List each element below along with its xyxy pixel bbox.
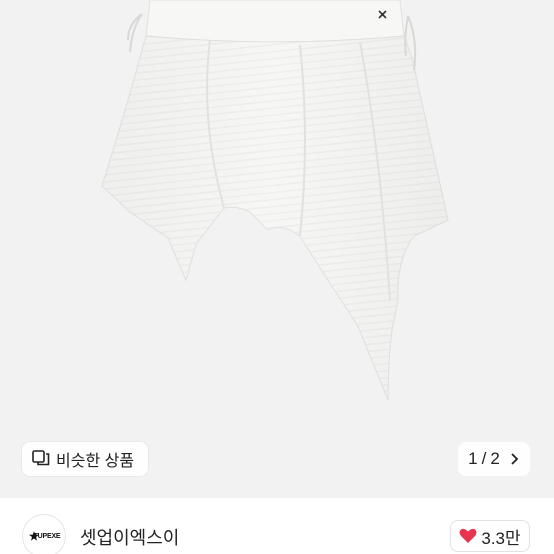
pager-current: 1 (468, 449, 478, 468)
shop-name[interactable]: 셋업이엑스이 (80, 524, 179, 550)
similar-items-button[interactable]: 비슷한 상품 (22, 442, 148, 476)
pager-total: 2 (490, 449, 500, 468)
like-count: 3.3만 (481, 528, 521, 548)
shop-avatar[interactable]: TUPEXE (22, 514, 66, 554)
image-pager[interactable]: 1 / 2 (458, 442, 530, 476)
chevron-right-icon (510, 452, 520, 466)
star-icon (29, 531, 39, 541)
skirt-photo (101, 0, 449, 401)
pager-separator: / (481, 449, 487, 468)
similar-items-icon (32, 448, 50, 471)
like-button[interactable]: 3.3만 (450, 520, 530, 552)
heart-icon (459, 528, 477, 544)
product-image[interactable] (0, 0, 554, 498)
shop-bar: TUPEXE 셋업이엑스이 3.3만 (0, 498, 554, 554)
similar-items-label: 비슷한 상품 (56, 453, 135, 470)
